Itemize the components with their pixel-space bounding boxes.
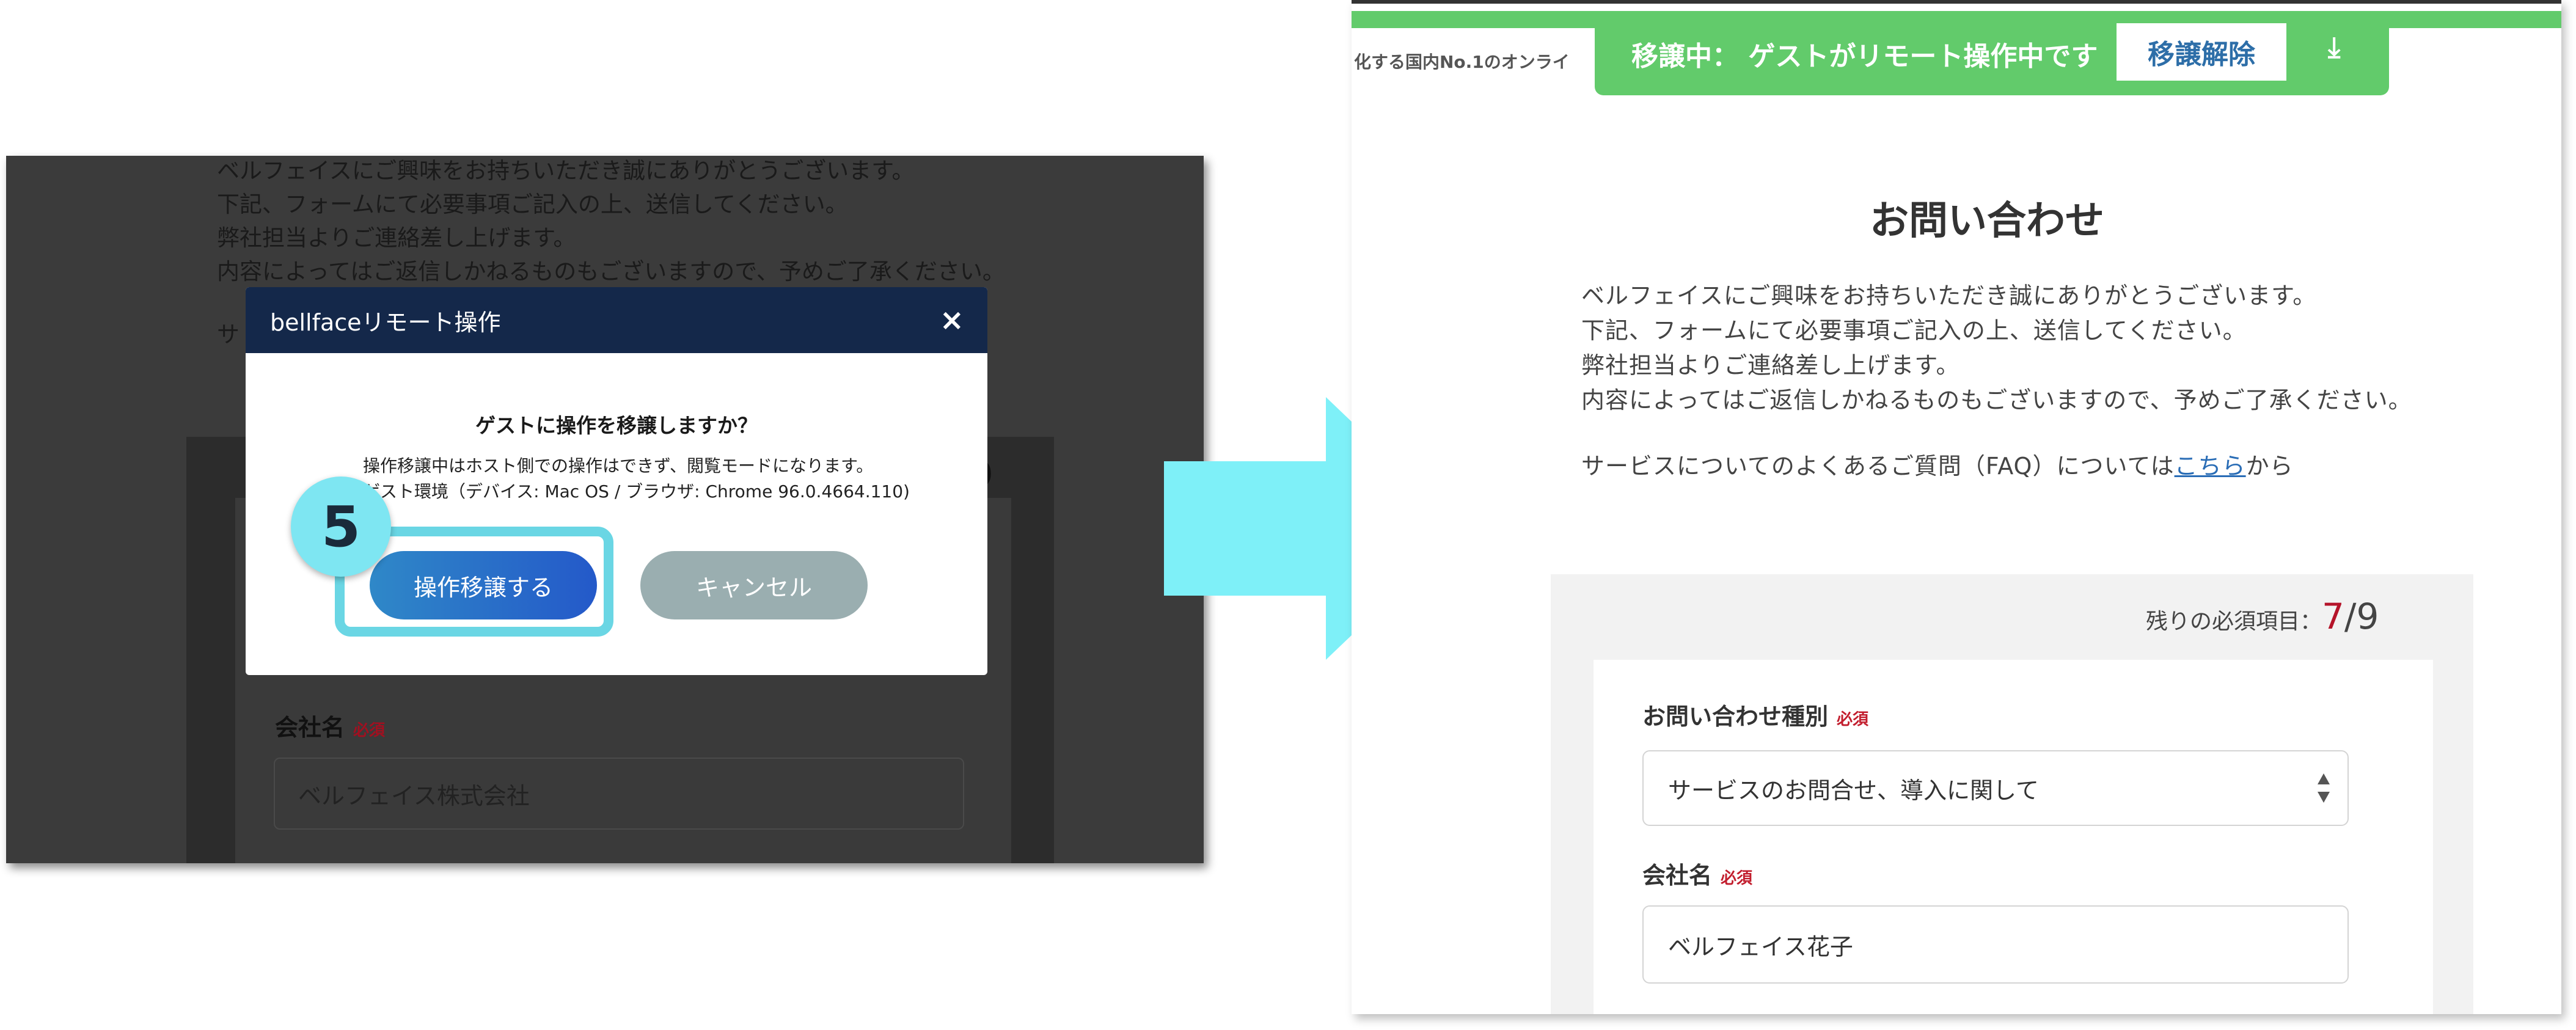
dialog-header: bellfaceリモート操作 ×: [246, 287, 987, 353]
company-label-text: 会社名: [1642, 862, 1713, 889]
remaining-label: 残りの必須項目：: [2146, 609, 2322, 634]
inquiry-type-select[interactable]: サービスのお問合せ、導入に関して: [1642, 750, 2349, 826]
faq-link[interactable]: こちら: [2175, 453, 2246, 480]
required-badge: 必須: [1837, 710, 1869, 729]
company-label-text: 会社名: [275, 714, 345, 741]
company-field-label: 会社名 必須: [275, 709, 385, 742]
faq-fragment: サ: [217, 321, 240, 348]
remaining-total: 9: [2356, 596, 2379, 637]
form-card: お問い合わせ種別 必須 サービスのお問合せ、導入に関して 会社名 必須 ベルフェイス…: [1594, 660, 2433, 1014]
step-number-badge: 5: [291, 477, 391, 577]
inquiry-type-label: お問い合わせ種別 必須: [1642, 698, 1868, 731]
transfer-status-text: 移譲中： ゲストがリモート操作中です: [1631, 41, 2098, 72]
page-title: お問い合わせ: [1870, 199, 2104, 244]
intro-text: ベルフェイスにご興味をお持ちいただき誠にありがとうございます。 下記、フォームに…: [217, 156, 1195, 288]
required-badge: 必須: [1721, 869, 1753, 888]
left-screenshot: ベルフェイスにご興味をお持ちいただき誠にありがとうございます。 下記、フォームに…: [6, 156, 1204, 863]
intro-line: ベルフェイスにご興味をお持ちいただき誠にありがとうございます。: [1581, 282, 2317, 309]
transfer-status-banner: 移譲中： ゲストがリモート操作中です 移譲解除 ⤓: [1595, 11, 2389, 95]
remaining-required-count: 残りの必須項目：7/9: [2146, 596, 2379, 637]
faq-line: サービスについてのよくあるご質問（FAQ）についてはこちらから: [1581, 449, 2498, 484]
company-field-label: 会社名 必須: [1642, 857, 1752, 890]
dialog-title: bellfaceリモート操作: [270, 309, 501, 336]
dialog-question: ゲストに操作を移譲しますか？: [475, 414, 758, 437]
company-input[interactable]: ベルフェイス株式会社: [274, 758, 964, 830]
intro-line: 弊社担当よりご連絡差し上げます。: [217, 225, 576, 251]
intro-line: 内容によってはご返信しかねるものもございますので、予めご了承ください。: [1581, 387, 2412, 414]
company-placeholder: ベルフェイス株式会社: [298, 782, 530, 809]
remaining-current: 7: [2322, 596, 2344, 637]
intro-line: ベルフェイスにご興味をお持ちいただき誠にありがとうございます。: [217, 158, 915, 184]
intro-line: 内容によってはご返信しかねるものもございますので、予めご了承ください。: [217, 258, 1005, 285]
intro-line: 下記、フォームにて必要事項ご記入の上、送信してください。: [1581, 317, 2247, 344]
faq-suffix: から: [2245, 453, 2294, 480]
cancel-button[interactable]: キャンセル: [640, 551, 868, 619]
faq-text: サービスについてのよくあるご質問（FAQ）については: [1581, 453, 2175, 480]
intro-line: 弊社担当よりご連絡差し上げます。: [1581, 352, 1960, 379]
download-icon[interactable]: ⤓: [2328, 31, 2340, 65]
site-header-fragment: 化する国内No.1のオンライ: [1354, 52, 1570, 72]
company-input[interactable]: ベルフェイス花子: [1642, 905, 2349, 984]
right-screenshot: 移譲中： ゲストがリモート操作中です 移譲解除 ⤓ 化する国内No.1のオンライ…: [1352, 0, 2561, 1014]
intro-text: ベルフェイスにご興味をお持ちいただき誠にありがとうございます。 下記、フォームに…: [1581, 279, 2498, 418]
top-edge: [1352, 0, 2561, 4]
inquiry-type-value: サービスのお問合せ、導入に関して: [1668, 776, 2039, 804]
inquiry-type-label-text: お問い合わせ種別: [1642, 703, 1829, 730]
release-transfer-button[interactable]: 移譲解除: [2117, 23, 2286, 81]
close-icon[interactable]: ×: [940, 305, 964, 335]
dialog-note: 操作移譲中はホスト側での操作はできず、閲覧モードになります。 ゲスト環境（デバイ…: [363, 453, 974, 505]
select-arrows-icon: [2317, 772, 2330, 809]
intro-line: 下記、フォームにて必要事項ご記入の上、送信してください。: [217, 191, 848, 217]
company-value: ベルフェイス花子: [1668, 933, 1853, 960]
dialog-note-line: ゲスト環境（デバイス: Mac OS / ブラウザ: Chrome 96.0.4…: [363, 481, 910, 502]
dialog-note-line: 操作移譲中はホスト側での操作はできず、閲覧モードになります。: [363, 456, 874, 476]
required-badge: 必須: [353, 721, 386, 740]
